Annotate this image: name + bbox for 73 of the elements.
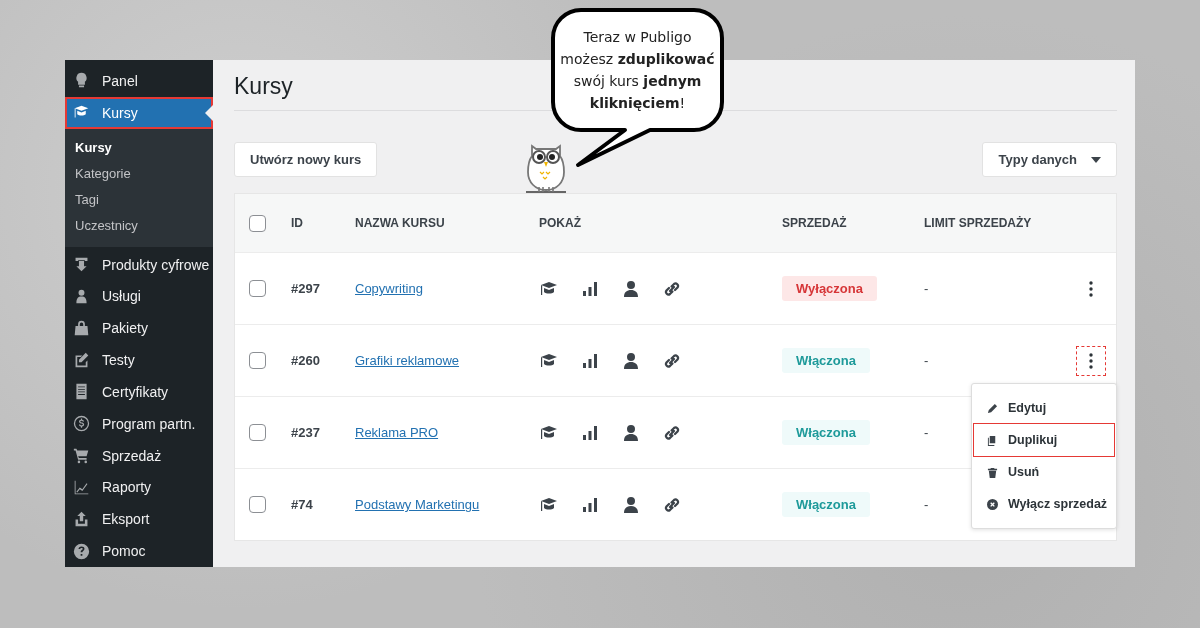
course-id: #297 [291, 281, 321, 296]
column-header: POKAŻ [539, 216, 582, 230]
select-all-checkbox[interactable] [249, 214, 266, 232]
upload-icon [73, 510, 90, 528]
user-icon[interactable] [621, 494, 641, 515]
sale-limit: - [924, 425, 929, 440]
current-page-pointer [205, 104, 213, 121]
sale-limit: - [924, 281, 929, 296]
menu-item[interactable]: Usuń [974, 456, 1114, 488]
column-header: LIMIT SPRZEDAŻY [924, 216, 1033, 230]
column-header: SPRZEDAŻ [782, 216, 848, 230]
menu-item[interactable]: Edytuj [974, 392, 1114, 424]
person-icon [73, 287, 90, 305]
new-course-button[interactable]: Utwórz nowy kurs [234, 142, 378, 177]
column-header: ID [291, 216, 304, 230]
menu-item[interactable]: Duplikuj [974, 424, 1114, 456]
sale-status-label: Włączona [782, 348, 870, 373]
sidebar-item[interactable]: Usługi [65, 280, 213, 313]
xcircle-icon [987, 498, 998, 510]
course-link[interactable]: Grafiki reklamowe [355, 353, 460, 368]
copy-icon [987, 434, 998, 446]
more-options-button[interactable] [1076, 345, 1106, 376]
row-checkbox[interactable] [249, 496, 266, 513]
download-icon [73, 256, 90, 274]
course-link[interactable]: Podstawy Marketingu [355, 497, 480, 512]
caret-icon [1091, 156, 1101, 163]
data-type-dropdown[interactable]: Typy danych [982, 142, 1117, 177]
user-icon[interactable] [621, 422, 641, 443]
pencil-icon [987, 402, 998, 414]
sale-limit: - [924, 497, 929, 512]
submenu-item[interactable]: Tagi [65, 186, 213, 213]
sale-status-label: Wyłączona [782, 276, 877, 301]
submenu-item[interactable]: Uczestnicy [65, 212, 213, 239]
course-id: #260 [291, 353, 321, 368]
sidebar-item[interactable]: Kursy [65, 96, 213, 129]
sidebar-item[interactable]: Raporty [65, 471, 213, 504]
sidebar-item[interactable]: Pakiety [65, 312, 213, 345]
sidebar-item[interactable]: Eksport [65, 503, 213, 536]
sidebar-item[interactable]: Pomoc [65, 535, 213, 567]
row-checkbox[interactable] [249, 424, 266, 441]
edit-icon [73, 351, 90, 369]
bubble-text: Teraz w Publigo możesz zduplikować swój kurs jednym kliknięciem! [559, 28, 716, 113]
course-link[interactable]: Copywriting [355, 281, 423, 296]
kebab-icon [1089, 352, 1093, 369]
sidebar-item[interactable]: Sprzedaż [65, 439, 213, 472]
user-icon[interactable] [621, 278, 641, 299]
row-checkbox[interactable] [249, 280, 266, 297]
sidebar-item[interactable]: Produkty cyfrowe [65, 248, 213, 281]
user-icon[interactable] [621, 350, 641, 371]
course-id: #237 [291, 425, 321, 440]
dollar-icon [73, 415, 90, 433]
sidebar-item[interactable]: Testy [65, 344, 213, 376]
bulb-icon [73, 72, 90, 90]
help-icon [73, 542, 90, 560]
course-id: #74 [291, 497, 314, 512]
sidebar-item[interactable]: Program partn. [65, 407, 213, 440]
sidebar-item[interactable]: Certyfikaty [65, 375, 213, 408]
trash-icon [987, 466, 998, 478]
bag-icon [73, 319, 90, 337]
sale-status-label: Włączona [782, 420, 870, 445]
doc-icon [73, 383, 90, 401]
course-link[interactable]: Reklama PRO [355, 425, 439, 440]
column-header: NAZWA KURSU [355, 216, 446, 230]
kebab-icon [1089, 280, 1093, 297]
sidebar-item[interactable]: Panel [65, 65, 213, 97]
chart-icon [73, 478, 90, 496]
submenu-item[interactable]: Kategorie [65, 160, 213, 187]
sale-limit: - [924, 353, 929, 368]
row-checkbox[interactable] [249, 352, 266, 369]
submenu-item[interactable]: Kursy [65, 134, 213, 161]
sale-status-label: Włączona [782, 492, 870, 517]
menu-item[interactable]: Wyłącz sprzedaż [974, 488, 1114, 520]
cart-icon [73, 447, 90, 465]
